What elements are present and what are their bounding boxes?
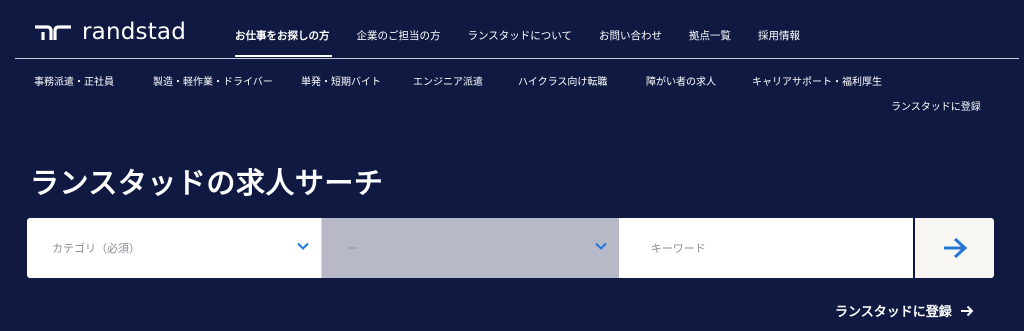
sub-nav-item-short-term[interactable]: 単発・短期バイト xyxy=(301,73,381,88)
chevron-down-icon xyxy=(297,242,310,250)
search-bar: カテゴリ（必須） ー キーワード xyxy=(27,218,995,278)
page: randstad お仕事をお探しの方 企業のご担当の方 ランスタッドについて お… xyxy=(0,0,1024,331)
register-link-top[interactable]: ランスタッドに登録 xyxy=(891,98,981,113)
sub-nav-item-high-class[interactable]: ハイクラス向け転職 xyxy=(518,73,607,88)
main-nav: お仕事をお探しの方 企業のご担当の方 ランスタッドについて お問い合わせ 拠点一… xyxy=(235,28,827,43)
category-placeholder: カテゴリ（必須） xyxy=(52,242,140,255)
logo-text: randstad xyxy=(82,19,187,45)
randstad-logo-icon xyxy=(35,25,71,40)
sub-nav-item-manufacturing[interactable]: 製造・軽作業・ドライバー xyxy=(153,73,273,88)
keyword-placeholder: キーワード xyxy=(650,242,706,255)
arrow-right-icon xyxy=(943,237,967,259)
search-submit-button[interactable] xyxy=(915,218,995,278)
nav-item-careers[interactable]: 採用情報 xyxy=(758,28,800,43)
keyword-input[interactable]: キーワード xyxy=(618,218,914,278)
arrow-right-icon xyxy=(960,305,974,316)
nav-item-locations[interactable]: 拠点一覧 xyxy=(689,28,731,43)
randstad-logo[interactable]: randstad xyxy=(33,18,186,46)
register-link-bottom[interactable]: ランスタッドに登録 xyxy=(835,301,974,320)
active-nav-underline xyxy=(235,55,332,57)
nav-item-about[interactable]: ランスタッドについて xyxy=(468,28,572,43)
category-select[interactable]: カテゴリ（必須） xyxy=(27,218,323,278)
subcategory-select[interactable]: ー xyxy=(322,218,619,278)
sub-nav-item-engineer[interactable]: エンジニア派遣 xyxy=(413,73,483,88)
nav-item-companies[interactable]: 企業のご担当の方 xyxy=(357,28,441,43)
search-heading: ランスタッドの求人サーチ xyxy=(30,166,384,200)
sub-nav-item-disability[interactable]: 障がい者の求人 xyxy=(646,73,716,88)
register-link-label: ランスタッドに登録 xyxy=(835,305,952,320)
nav-item-contact[interactable]: お問い合わせ xyxy=(599,28,662,43)
nav-item-job-seekers[interactable]: お仕事をお探しの方 xyxy=(235,28,330,43)
sub-nav-item-career-support[interactable]: キャリアサポート・福利厚生 xyxy=(752,73,882,88)
subcategory-value: ー xyxy=(347,242,359,255)
header-divider xyxy=(15,58,1019,59)
sub-nav: 事務派遣・正社員 製造・軽作業・ドライバー 単発・短期バイト エンジニア派遣 ハ… xyxy=(0,73,1024,88)
sub-nav-item-office[interactable]: 事務派遣・正社員 xyxy=(34,73,114,88)
chevron-down-icon xyxy=(595,242,607,250)
